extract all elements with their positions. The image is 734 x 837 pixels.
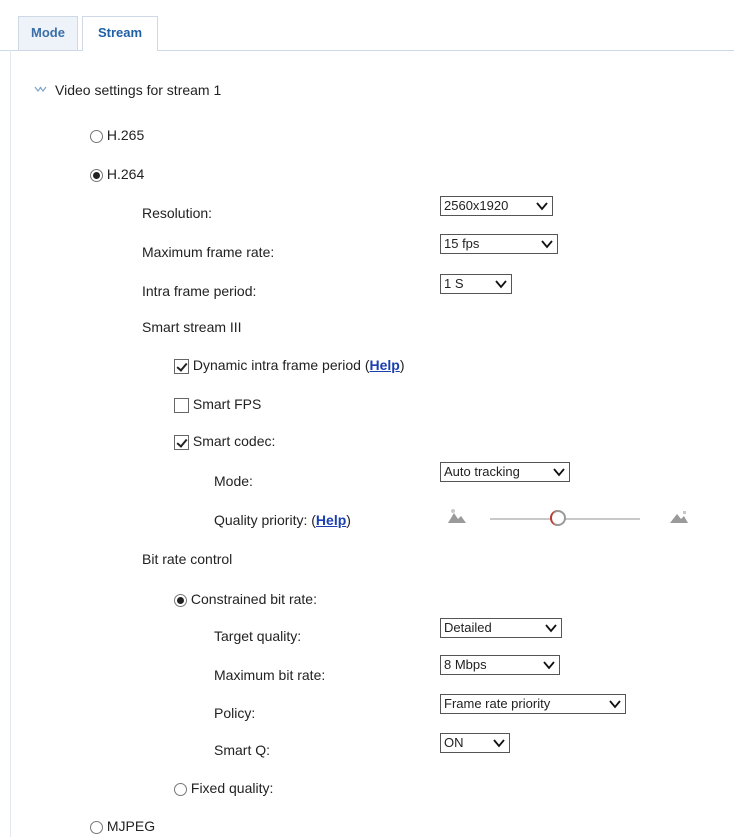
h265-option[interactable]: H.265 [90, 127, 144, 143]
low-quality-icon [448, 509, 466, 523]
dynamic-intra-close: ) [399, 357, 405, 373]
smart-q-select[interactable]: ON [440, 733, 510, 753]
fixed-quality-radio[interactable] [174, 782, 187, 796]
fixed-quality-label: Fixed quality: [190, 780, 274, 796]
tab-stream[interactable]: Stream [82, 16, 158, 51]
h265-radio[interactable] [90, 129, 103, 143]
fixed-quality-option[interactable]: Fixed quality: [174, 780, 273, 796]
slider-knob-accent [549, 510, 558, 526]
quality-priority-close: ) [346, 512, 351, 528]
max-bit-rate-label: Maximum bit rate: [214, 667, 326, 683]
quality-priority-option: Quality priority: (Help) [214, 512, 351, 528]
smart-q-value: ON [444, 735, 464, 750]
smart-fps-checkbox[interactable] [174, 397, 189, 413]
constrained-option[interactable]: Constrained bit rate: [174, 591, 317, 607]
quality-priority-label: Quality priority: ( [214, 512, 316, 528]
intra-frame-period-value: 1 S [444, 276, 464, 291]
constrained-radio[interactable] [174, 593, 187, 607]
smart-stream-title: Smart stream III [142, 319, 242, 335]
tab-bar: Mode Stream [0, 0, 734, 51]
max-frame-rate-label: Maximum frame rate: [142, 244, 275, 260]
smart-fps-label: Smart FPS [192, 396, 262, 412]
mjpeg-label: MJPEG [106, 818, 156, 834]
policy-label: Policy: [214, 705, 256, 721]
high-quality-icon [670, 511, 688, 523]
help-link[interactable]: Help [370, 357, 400, 373]
target-quality-value: Detailed [444, 620, 492, 635]
h264-radio[interactable] [90, 168, 103, 182]
h265-label: H.265 [106, 127, 145, 143]
max-frame-rate-select[interactable]: 15 fps [440, 234, 558, 254]
dynamic-intra-option[interactable]: Dynamic intra frame period (Help) [174, 357, 405, 374]
intra-frame-period-label: Intra frame period: [142, 283, 257, 299]
policy-select[interactable]: Frame rate priority [440, 694, 626, 714]
help-link[interactable]: Help [316, 512, 346, 528]
mode-label: Mode: [214, 473, 253, 489]
section-title: Video settings for stream 1 [55, 82, 222, 98]
chevron-down-icon [541, 240, 553, 249]
resolution-select[interactable]: 2560x1920 [440, 196, 553, 216]
max-bit-rate-select[interactable]: 8 Mbps [440, 655, 560, 675]
max-bit-rate-value: 8 Mbps [444, 657, 487, 672]
resolution-value: 2560x1920 [444, 198, 509, 213]
bit-rate-title: Bit rate control [142, 551, 233, 567]
chevron-down-icon [545, 624, 557, 633]
smart-codec-option[interactable]: Smart codec: [174, 433, 275, 450]
chevron-down-icon [543, 661, 555, 670]
quality-priority-slider-knob[interactable] [549, 510, 566, 526]
smart-fps-option[interactable]: Smart FPS [174, 396, 261, 413]
policy-value: Frame rate priority [444, 696, 551, 711]
dynamic-intra-label: Dynamic intra frame period ( [192, 357, 370, 373]
mjpeg-radio[interactable] [90, 820, 103, 834]
target-quality-select[interactable]: Detailed [440, 618, 562, 638]
chevron-down-icon [493, 739, 505, 748]
max-frame-rate-value: 15 fps [444, 236, 480, 251]
chevron-down-icon [609, 700, 621, 709]
mode-value: Auto tracking [444, 464, 520, 479]
tab-mode[interactable]: Mode [18, 16, 78, 50]
intra-frame-period-select[interactable]: 1 S [440, 274, 512, 294]
smart-codec-label: Smart codec: [192, 433, 276, 449]
target-quality-label: Target quality: [214, 628, 302, 644]
chevron-down-icon [536, 202, 548, 211]
constrained-label: Constrained bit rate: [190, 591, 317, 607]
smart-q-label: Smart Q: [214, 742, 271, 758]
dynamic-intra-checkbox[interactable] [174, 358, 189, 374]
resolution-label: Resolution: [142, 205, 213, 221]
collapse-icon[interactable] [34, 83, 48, 99]
chevron-down-icon [495, 280, 507, 289]
h264-option[interactable]: H.264 [90, 166, 144, 182]
panel-border [10, 50, 11, 837]
h264-label: H.264 [106, 166, 145, 182]
chevron-down-icon [553, 468, 565, 477]
smart-codec-checkbox[interactable] [174, 434, 189, 450]
mode-select[interactable]: Auto tracking [440, 462, 570, 482]
mjpeg-option[interactable]: MJPEG [90, 818, 155, 834]
